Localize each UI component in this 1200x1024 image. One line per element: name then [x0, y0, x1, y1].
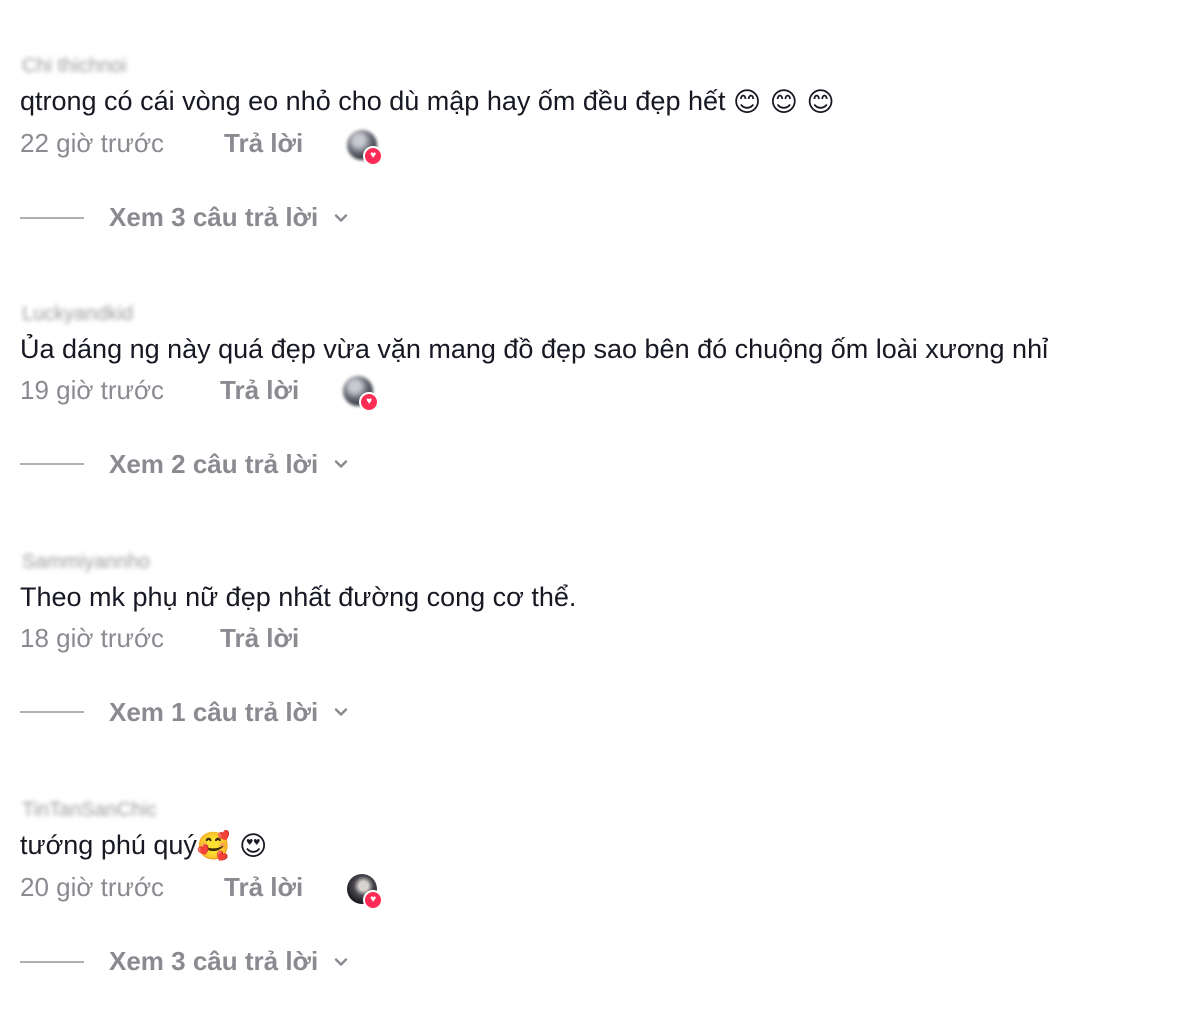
- comment-timestamp: 18 giờ trước: [20, 622, 164, 653]
- chevron-down-icon: [335, 460, 348, 468]
- creator-liked-avatar: ♥: [347, 873, 384, 910]
- creator-liked-avatar: ♥: [347, 129, 384, 166]
- heart-icon: ♥: [363, 145, 384, 166]
- comment-item: Luckyandkid Ủa dáng ng này quá đẹp vừa v…: [20, 302, 1190, 484]
- comment-text-body: Ủa dáng ng này quá đẹp vừa vặn mang đồ đ…: [20, 334, 1049, 364]
- comment-item: Sammiyannho Theo mk phụ nữ đẹp nhất đườn…: [20, 550, 1190, 732]
- reply-button[interactable]: Trả lời: [224, 128, 303, 159]
- comment-timestamp: 20 giờ trước: [20, 872, 164, 903]
- comment-meta: 20 giờ trước Trả lời ♥: [20, 868, 1190, 910]
- comment-text: Theo mk phụ nữ đẹp nhất đường cong cơ th…: [20, 580, 1190, 614]
- comment-item: Chi thichnoi qtrong có cái vòng eo nhỏ c…: [20, 54, 1190, 238]
- comment-item: TinTanSanChic tướng phú quý🥰 😍 20 giờ tr…: [20, 798, 1190, 982]
- reply-button[interactable]: Trả lời: [220, 623, 299, 654]
- comment-username[interactable]: Sammiyannho: [22, 550, 1190, 574]
- comment-text-body: tướng phú quý: [20, 830, 197, 860]
- comment-text: qtrong có cái vòng eo nhỏ cho dù mập hay…: [20, 84, 1190, 120]
- comment-text-body: qtrong có cái vòng eo nhỏ cho dù mập hay…: [20, 86, 726, 116]
- view-replies-button[interactable]: Xem 3 câu trả lời: [20, 198, 1190, 238]
- comment-text: tướng phú quý🥰 😍: [20, 828, 1190, 864]
- view-replies-label: Xem 2 câu trả lời: [109, 448, 319, 479]
- comment-username[interactable]: TinTanSanChic: [22, 798, 1190, 822]
- chevron-down-icon: [335, 214, 348, 222]
- divider-line: [20, 960, 84, 963]
- view-replies-button[interactable]: Xem 2 câu trả lời: [20, 444, 1190, 484]
- comment-meta: 22 giờ trước Trả lời ♥: [20, 124, 1190, 166]
- chevron-down-icon: [335, 708, 348, 716]
- comment-meta: 18 giờ trước Trả lời: [20, 618, 1190, 658]
- chevron-down-icon: [335, 958, 348, 966]
- heart-icon: ♥: [359, 392, 380, 412]
- heart-icon: ♥: [363, 889, 384, 910]
- divider-line: [20, 463, 84, 465]
- reply-button[interactable]: Trả lời: [224, 872, 303, 903]
- comment-username[interactable]: Luckyandkid: [22, 302, 1190, 326]
- comment-username[interactable]: Chi thichnoi: [22, 54, 1190, 78]
- view-replies-label: Xem 3 câu trả lời: [109, 202, 319, 233]
- view-replies-button[interactable]: Xem 3 câu trả lời: [20, 942, 1190, 982]
- comment-emojis: 😊 😊 😊: [733, 86, 835, 118]
- reply-button[interactable]: Trả lời: [220, 375, 299, 406]
- comment-text-body: Theo mk phụ nữ đẹp nhất đường cong cơ th…: [20, 582, 577, 612]
- divider-line: [20, 216, 84, 219]
- comment-meta: 19 giờ trước Trả lời ♥: [20, 370, 1190, 412]
- comment-timestamp: 19 giờ trước: [20, 374, 164, 405]
- comment-timestamp: 22 giờ trước: [20, 128, 164, 159]
- view-replies-label: Xem 1 câu trả lời: [109, 696, 319, 727]
- view-replies-button[interactable]: Xem 1 câu trả lời: [20, 692, 1190, 732]
- comment-text: Ủa dáng ng này quá đẹp vừa vặn mang đồ đ…: [20, 332, 1190, 366]
- comment-list: Chi thichnoi qtrong có cái vòng eo nhỏ c…: [0, 0, 1200, 1024]
- view-replies-label: Xem 3 câu trả lời: [109, 946, 319, 977]
- divider-line: [20, 711, 84, 713]
- comment-emojis: 🥰 😍: [196, 830, 268, 862]
- creator-liked-avatar: ♥: [343, 376, 380, 412]
